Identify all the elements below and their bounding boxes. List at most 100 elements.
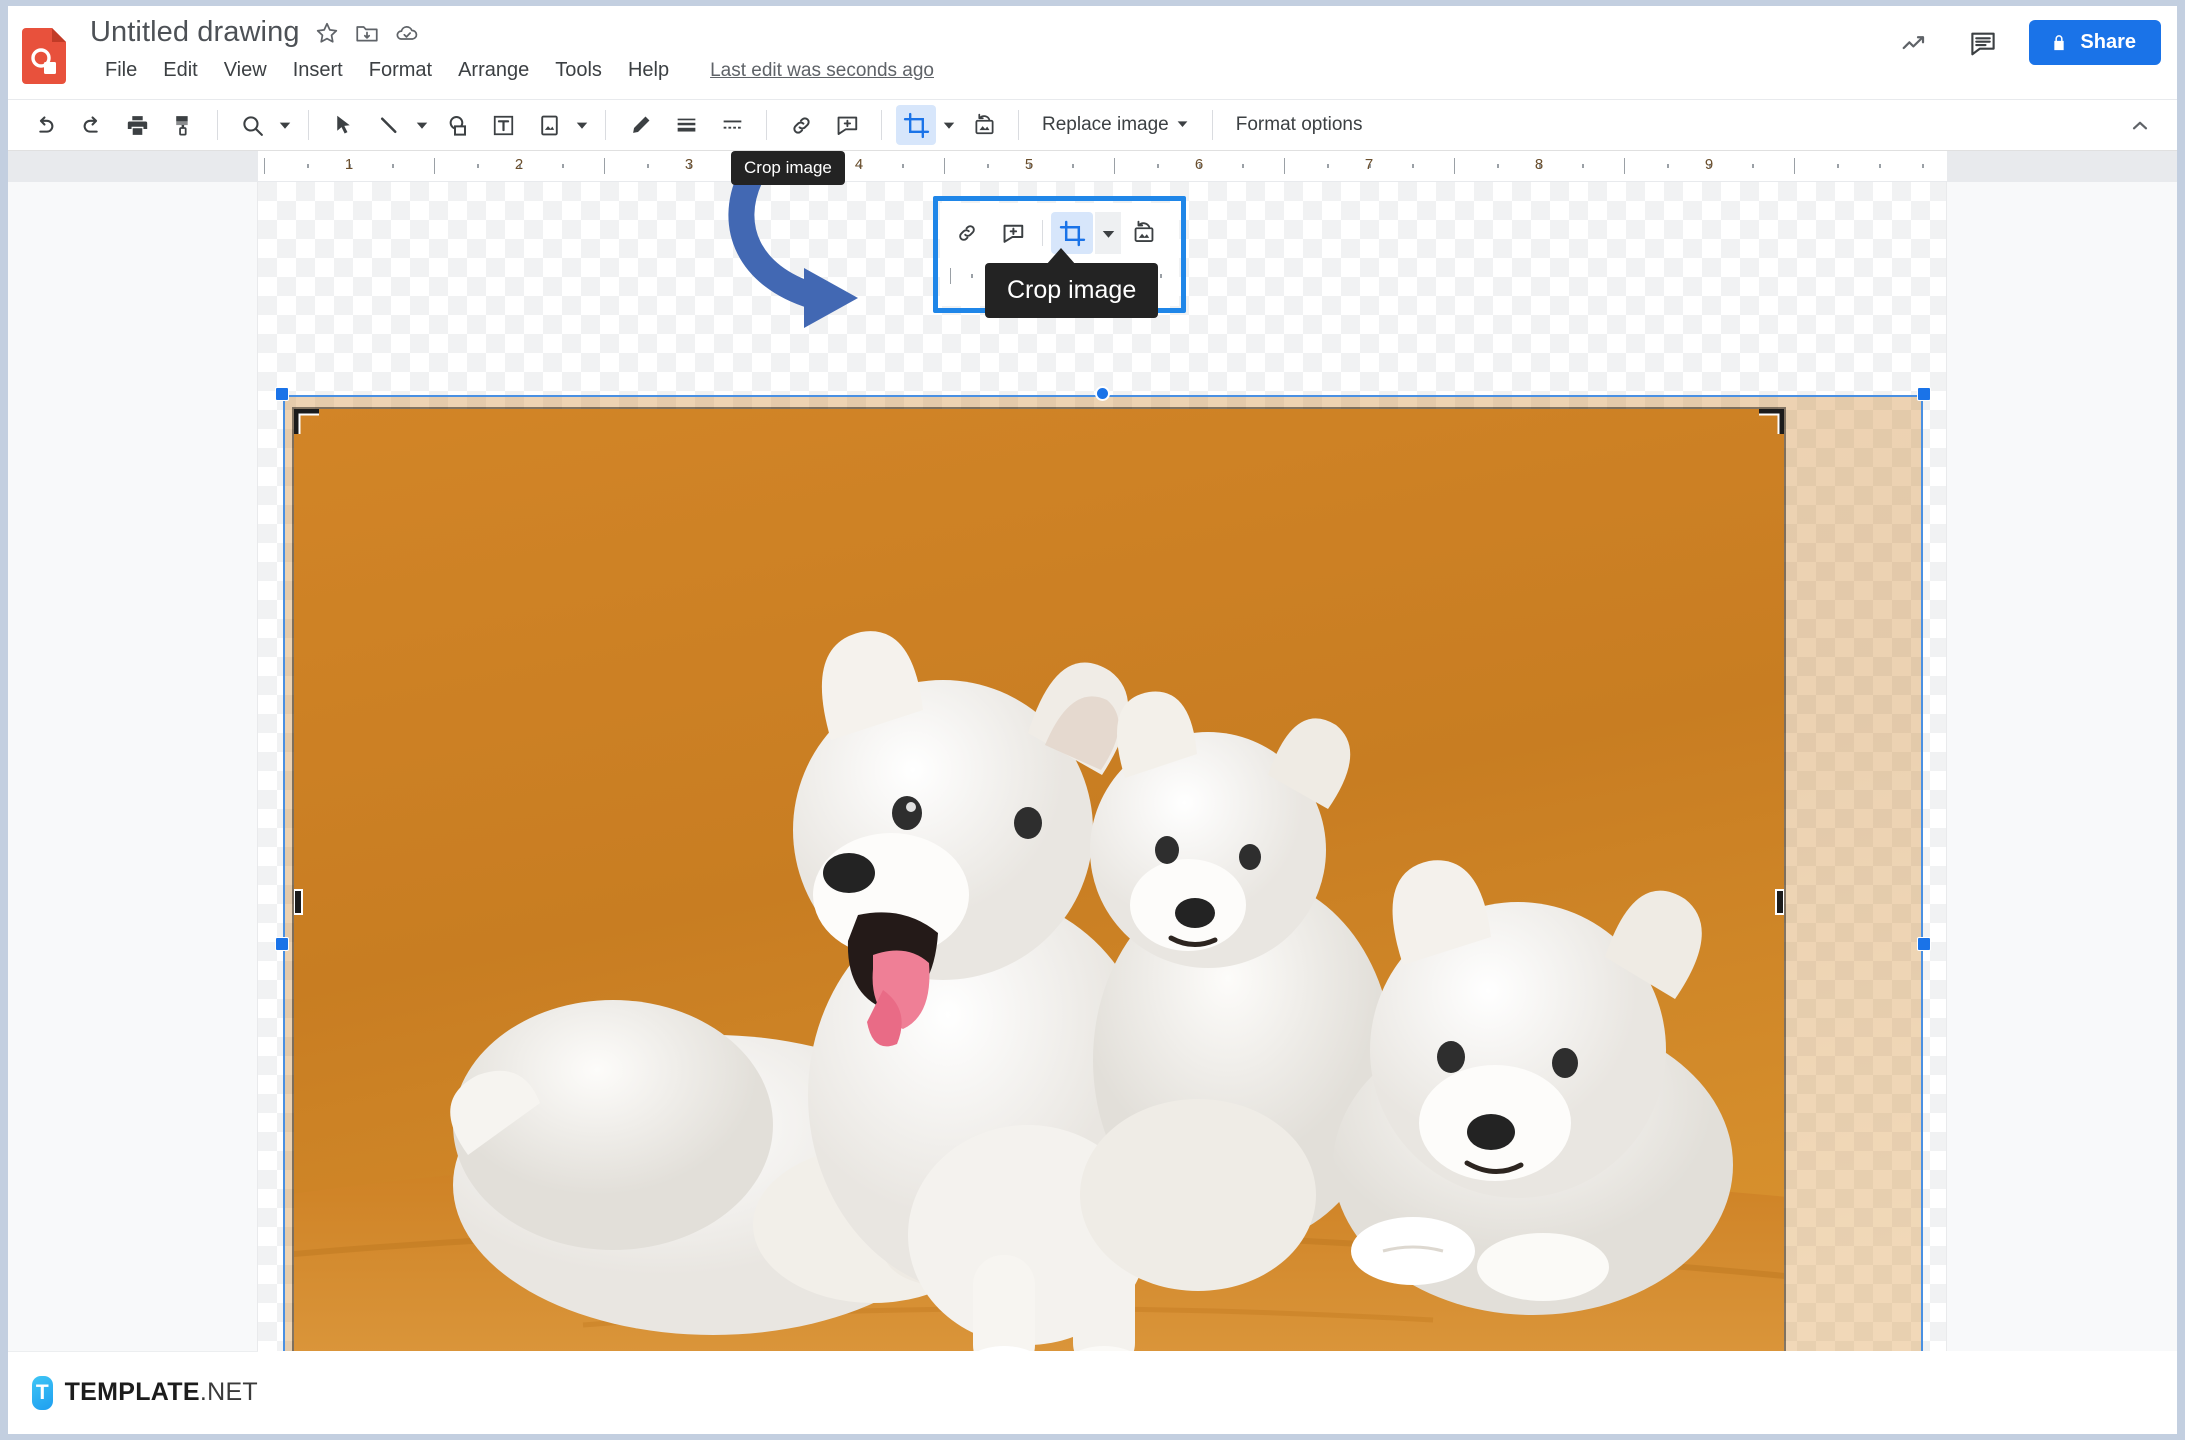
zoom-caret-icon[interactable] [275, 106, 295, 144]
resize-handle-top-right[interactable] [1917, 387, 1931, 401]
image-crop-region[interactable] [294, 409, 1784, 1394]
cloud-saved-icon[interactable] [394, 20, 420, 46]
toolbar-divider [1018, 110, 1019, 140]
paint-format-icon[interactable] [163, 105, 203, 145]
line-caret-icon[interactable] [412, 106, 432, 144]
horizontal-ruler[interactable]: 1 2 3 4 5 6 7 8 9 [8, 151, 2177, 182]
ruler-tick [986, 164, 989, 168]
brand-bold: TEMPLATE [64, 1378, 200, 1406]
page-title[interactable]: Untitled drawing [90, 16, 300, 49]
pen-icon[interactable] [620, 105, 660, 145]
comment-icon[interactable] [992, 212, 1034, 254]
google-drawings-icon [22, 26, 70, 84]
select-icon[interactable] [323, 105, 363, 145]
ruler-major-tick [1454, 158, 1455, 174]
lock-icon [2049, 33, 2069, 53]
zoom-icon[interactable] [232, 105, 272, 145]
ruler-number: 5 [1024, 156, 1034, 173]
toolbar-divider [605, 110, 606, 140]
undo-icon[interactable] [25, 105, 65, 145]
ruler-tick [1581, 164, 1584, 168]
ruler-tick [1241, 164, 1244, 168]
ruler-tick [1156, 164, 1159, 168]
ruler-tick [1921, 164, 1924, 168]
link-icon[interactable] [946, 212, 988, 254]
toolbar-divider [308, 110, 309, 140]
ruler-tick [1326, 164, 1329, 168]
line-weight-icon[interactable] [666, 105, 706, 145]
template-net-watermark: T TEMPLATE.NET [8, 1351, 258, 1433]
menu-bar: File Edit View Insert Format Arrange Too… [92, 56, 934, 85]
ruler-right-margin [1947, 151, 2177, 181]
crop-handle-top-left[interactable] [294, 409, 321, 436]
menu-tools[interactable]: Tools [542, 56, 615, 85]
header-actions: Share [1893, 20, 2161, 65]
mask-caret-icon[interactable] [939, 106, 959, 144]
replace-image-label: Replace image [1042, 114, 1169, 135]
ruler-number: 8 [1534, 156, 1544, 173]
rotate-handle-top[interactable] [1095, 386, 1110, 401]
star-icon[interactable] [314, 20, 340, 46]
comment-icon[interactable] [827, 105, 867, 145]
ruler-number: 6 [1194, 156, 1204, 173]
menu-file[interactable]: File [92, 56, 150, 85]
canvas-left-gutter [8, 182, 258, 1433]
menu-format[interactable]: Format [356, 56, 445, 85]
reset-image-icon[interactable] [1123, 212, 1165, 254]
ruler-major-tick [944, 158, 945, 174]
ruler-track: 1 2 3 4 5 6 7 8 9 [258, 151, 1947, 181]
last-edit-link[interactable]: Last edit was seconds ago [710, 60, 934, 82]
format-options-button[interactable]: Format options [1224, 107, 1375, 143]
ruler-tick [561, 164, 564, 168]
ruler-number: 9 [1704, 156, 1714, 173]
image-icon[interactable] [529, 105, 569, 145]
menu-edit[interactable]: Edit [150, 56, 210, 85]
ruler-major-tick [264, 158, 265, 174]
crop-handle-left[interactable] [294, 887, 305, 917]
menu-help[interactable]: Help [615, 56, 682, 85]
print-icon[interactable] [117, 105, 157, 145]
ruler-number: 4 [854, 156, 864, 173]
move-to-folder-icon[interactable] [354, 20, 380, 46]
resize-handle-right[interactable] [1917, 937, 1931, 951]
image-caret-icon[interactable] [572, 106, 592, 144]
toolbar-divider [766, 110, 767, 140]
ruler-tick [476, 164, 479, 168]
line-dash-icon[interactable] [712, 105, 752, 145]
activity-dashboard-icon[interactable] [1893, 21, 1937, 65]
crop-handle-top-right[interactable] [1757, 409, 1784, 436]
menu-arrange[interactable]: Arrange [445, 56, 542, 85]
ruler-major-tick [1794, 158, 1795, 174]
comment-history-icon[interactable] [1961, 21, 2005, 65]
ruler-tick [1411, 164, 1414, 168]
redo-icon[interactable] [71, 105, 111, 145]
text-box-icon[interactable] [483, 105, 523, 145]
ruler-number: 3 [684, 156, 694, 173]
crop-icon[interactable] [896, 105, 936, 145]
link-icon[interactable] [781, 105, 821, 145]
ruler-tick [1071, 164, 1074, 168]
ruler-tick [1879, 164, 1881, 168]
replace-image-button[interactable]: Replace image [1030, 107, 1201, 143]
menu-insert[interactable]: Insert [280, 56, 356, 85]
share-button[interactable]: Share [2029, 20, 2161, 65]
ruler-tick [1666, 164, 1669, 168]
menu-view[interactable]: View [211, 56, 280, 85]
ruler-tick [391, 164, 394, 168]
reset-image-icon[interactable] [964, 105, 1004, 145]
title-row: Untitled drawing [90, 16, 420, 49]
crop-handle-right[interactable] [1773, 887, 1784, 917]
ruler-major-tick [1284, 158, 1285, 174]
ruler-major-tick [1114, 158, 1115, 174]
toolbar-divider [1211, 110, 1213, 140]
shape-icon[interactable] [437, 105, 477, 145]
mask-caret-icon[interactable] [1095, 212, 1121, 254]
drawing-canvas[interactable]: T TEMPLATE.NET [8, 182, 2177, 1433]
selected-image-object[interactable] [275, 386, 1931, 1433]
resize-handle-top-left[interactable] [275, 387, 289, 401]
collapse-toolbar-button[interactable] [2121, 107, 2159, 145]
resize-handle-left[interactable] [275, 937, 289, 951]
ruler-tick [971, 274, 973, 278]
ruler-major-tick [1624, 158, 1625, 174]
line-icon[interactable] [369, 105, 409, 145]
